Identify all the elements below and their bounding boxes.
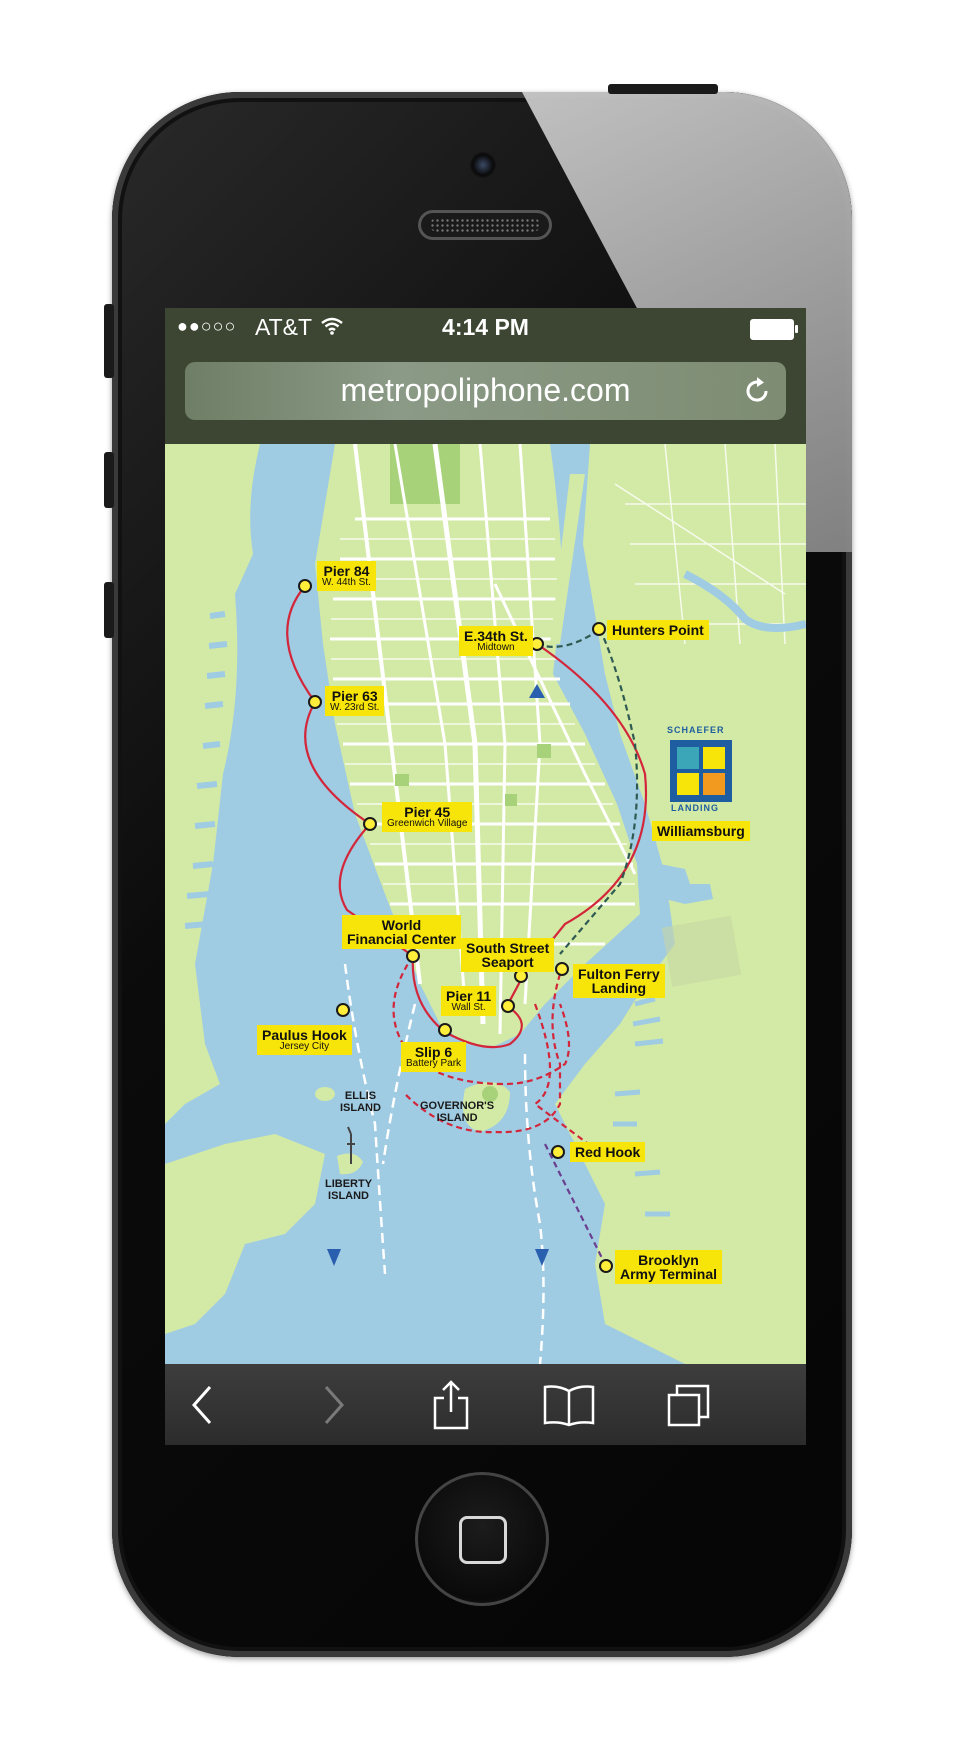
stop-hunters-label[interactable]: Hunters Point xyxy=(607,620,709,640)
earpiece-speaker xyxy=(418,210,552,240)
safari-toolbar xyxy=(165,1364,806,1445)
forward-button[interactable] xyxy=(303,1378,363,1432)
share-button[interactable] xyxy=(421,1378,481,1432)
stop-fulton-label[interactable]: Fulton Ferry Landing xyxy=(573,964,665,998)
status-bar: ●●○○○ AT&T 4:14 PM xyxy=(165,308,806,346)
clock: 4:14 PM xyxy=(442,314,529,340)
share-icon xyxy=(433,1380,469,1430)
stop-redhook-label[interactable]: Red Hook xyxy=(570,1142,646,1162)
mute-switch[interactable] xyxy=(104,304,114,378)
ellis-island-land xyxy=(315,1087,335,1101)
marker-triangle xyxy=(327,1249,341,1266)
stop-wfc-label[interactable]: World Financial Center xyxy=(342,915,461,949)
governors-island-label: GOVERNOR'S ISLAND xyxy=(420,1100,495,1125)
ferry-route-map[interactable]: Pier 84 W. 44th St. Pier 63 W. 23rd St. Pi… xyxy=(165,444,806,1364)
home-button[interactable] xyxy=(415,1472,549,1606)
tabs-icon xyxy=(667,1384,710,1427)
ellis-island-label: ELLIS ISLAND xyxy=(340,1090,381,1115)
back-button[interactable] xyxy=(173,1378,233,1432)
battery-icon xyxy=(750,319,798,340)
back-icon xyxy=(191,1386,212,1424)
bookmarks-button[interactable] xyxy=(539,1378,599,1432)
safari-header: metropoliphone.com xyxy=(165,346,806,444)
reload-icon[interactable] xyxy=(742,376,772,406)
tabs-button[interactable] xyxy=(659,1378,719,1432)
stop-pier11-label[interactable]: Pier 11 Wall St. xyxy=(441,986,497,1016)
stop-slip6-label[interactable]: Slip 6 Battery Park xyxy=(401,1042,467,1072)
stop-seaport-label[interactable]: South Street Seaport xyxy=(461,938,555,972)
screen: ●●○○○ AT&T 4:14 PM metropoliphone.com Pi… xyxy=(165,308,806,1445)
stop-pier84-label[interactable]: Pier 84 W. 44th St. xyxy=(317,561,376,591)
stop-e34-label[interactable]: E.34th St. Midtown xyxy=(459,626,533,656)
schaefer-landing-logo xyxy=(670,740,732,802)
jersey-lower-land xyxy=(165,1134,325,1334)
address-bar[interactable]: metropoliphone.com xyxy=(185,362,786,420)
liberty-island-label: LIBERTY ISLAND xyxy=(325,1178,373,1203)
stop-williamsburg-label[interactable]: Williamsburg xyxy=(652,821,750,841)
logo-top-text: SCHAEFER xyxy=(667,725,725,735)
volume-up-button[interactable] xyxy=(104,452,114,508)
stop-pier63-label[interactable]: Pier 63 W. 23rd St. xyxy=(325,686,385,716)
sleep-button[interactable] xyxy=(608,84,718,94)
forward-icon xyxy=(324,1386,345,1424)
volume-down-button[interactable] xyxy=(104,582,114,638)
stop-brooklyn-label[interactable]: Brooklyn Army Terminal xyxy=(615,1250,722,1284)
home-square-icon xyxy=(459,1516,507,1564)
map-graphic xyxy=(165,444,806,1364)
url-text[interactable]: metropoliphone.com xyxy=(185,372,786,409)
stop-pier45-label[interactable]: Pier 45 Greenwich Village xyxy=(382,802,473,832)
stop-paulus-label[interactable]: Paulus Hook Jersey City xyxy=(257,1025,352,1055)
logo-bottom-text: LANDING xyxy=(671,803,719,813)
front-camera xyxy=(470,152,496,178)
bookmarks-icon xyxy=(543,1385,595,1427)
marker-triangle xyxy=(535,1249,549,1266)
